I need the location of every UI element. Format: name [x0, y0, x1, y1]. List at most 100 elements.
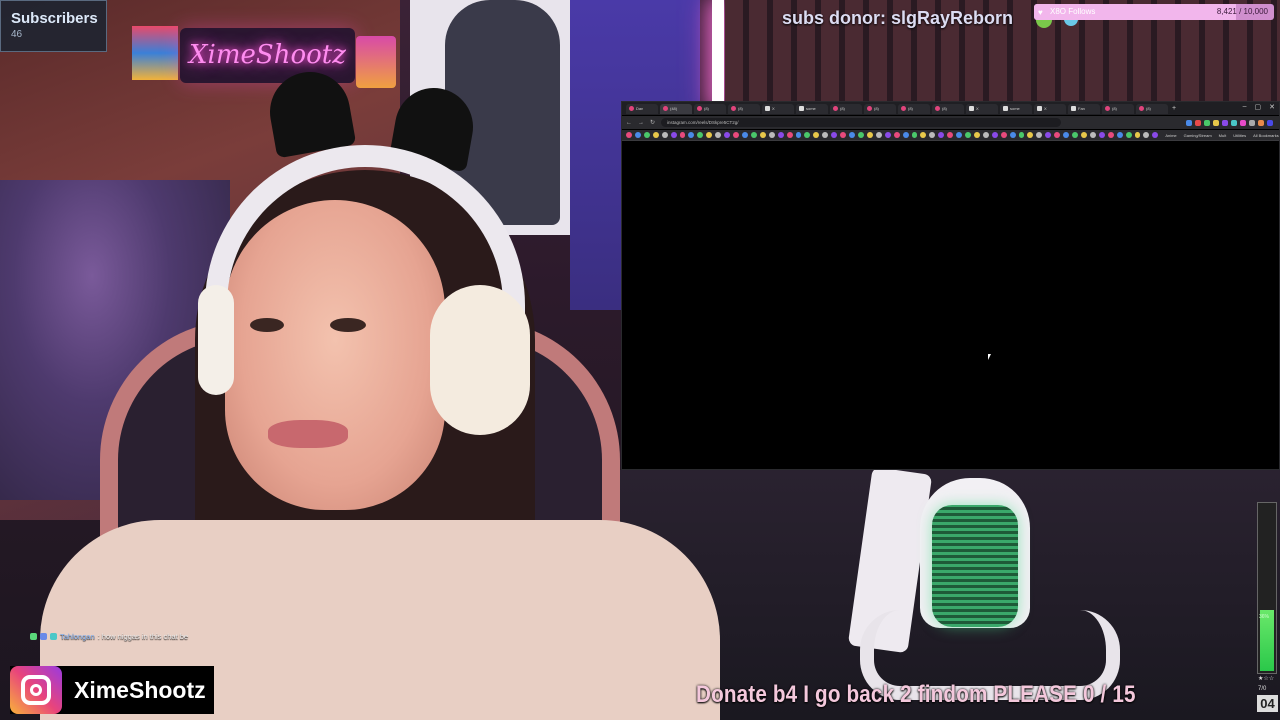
bookmark-folder[interactable]: Utilities: [1233, 133, 1246, 138]
bookmark-folder[interactable]: Gaming/Stream: [1184, 133, 1212, 138]
bookmark-icon[interactable]: [1089, 132, 1096, 138]
bookmark-icon[interactable]: [920, 132, 927, 138]
bookmark-icon[interactable]: [706, 132, 713, 138]
browser-tab[interactable]: (8): [1102, 103, 1134, 114]
bookmark-icon[interactable]: [956, 132, 963, 138]
bookmark-icon[interactable]: [911, 132, 918, 138]
browser-tab[interactable]: Fan: [1068, 103, 1100, 114]
bookmark-icon[interactable]: [1072, 132, 1079, 138]
browser-tab[interactable]: some: [1000, 103, 1032, 114]
bookmark-icon[interactable]: [982, 132, 989, 138]
browser-tab[interactable]: Dan: [626, 103, 658, 114]
extension-icon[interactable]: [1231, 119, 1237, 126]
browser-tab[interactable]: (8): [830, 103, 862, 114]
bookmark-icon[interactable]: [733, 132, 739, 138]
browser-tab[interactable]: X: [1034, 103, 1066, 114]
extension-icon[interactable]: [1204, 119, 1210, 126]
browser-tab[interactable]: (48): [660, 103, 692, 114]
extension-icon[interactable]: [1240, 119, 1246, 126]
bookmark-icon[interactable]: [1143, 132, 1150, 138]
bookmark-icon[interactable]: [1081, 132, 1087, 138]
bookmark-icon[interactable]: [786, 132, 793, 138]
bookmark-icon[interactable]: [741, 132, 748, 138]
browser-tab[interactable]: some: [796, 103, 828, 114]
bookmark-icon[interactable]: [688, 132, 695, 138]
bookmark-folder[interactable]: Anime: [1165, 133, 1176, 138]
bookmark-icon[interactable]: [679, 132, 686, 138]
bookmark-icon[interactable]: [1063, 132, 1070, 138]
bookmark-icon[interactable]: [661, 132, 668, 138]
browser-tab[interactable]: X: [762, 103, 794, 114]
extension-icon[interactable]: [1258, 119, 1264, 126]
extension-icon[interactable]: [1213, 119, 1219, 126]
extension-icon[interactable]: [1249, 119, 1255, 126]
new-tab-button[interactable]: +: [1172, 105, 1176, 112]
bookmark-icon[interactable]: [902, 132, 909, 138]
browser-tab[interactable]: (8): [728, 103, 760, 114]
bookmark-icon[interactable]: [849, 132, 855, 138]
bookmark-icon[interactable]: [866, 132, 873, 138]
bookmark-folder[interactable]: All Bookmarks: [1253, 133, 1279, 138]
bookmark-icon[interactable]: [759, 132, 766, 138]
bookmark-icon[interactable]: [1125, 132, 1132, 138]
bookmark-icon[interactable]: [750, 132, 757, 138]
reload-icon[interactable]: ↻: [650, 119, 655, 126]
bookmark-icon[interactable]: [777, 132, 784, 138]
extension-icon[interactable]: [1222, 119, 1228, 126]
bookmark-icon[interactable]: [697, 132, 704, 138]
extension-icon[interactable]: [1195, 119, 1201, 126]
bookmark-icon[interactable]: [724, 132, 731, 138]
extension-icon[interactable]: [1267, 119, 1273, 126]
bookmark-icon[interactable]: [875, 132, 882, 138]
bookmark-icon[interactable]: [1098, 132, 1105, 138]
browser-tab[interactable]: (8): [932, 103, 964, 114]
bookmark-icon[interactable]: [1018, 132, 1025, 138]
bookmark-icon[interactable]: [973, 132, 980, 138]
browser-tab[interactable]: (8): [898, 103, 930, 114]
bookmark-icon[interactable]: [1045, 132, 1052, 138]
bookmark-icon[interactable]: [840, 132, 847, 138]
back-icon[interactable]: ←: [626, 120, 632, 126]
extension-icon[interactable]: [1186, 119, 1192, 126]
bookmark-icon[interactable]: [857, 132, 864, 138]
bookmark-icon[interactable]: [991, 132, 998, 138]
bookmark-icon[interactable]: [831, 132, 838, 138]
bookmark-icon[interactable]: [670, 132, 677, 138]
maximize-button[interactable]: ▢: [1255, 103, 1262, 111]
bookmark-icon[interactable]: [634, 132, 641, 138]
bookmark-icon[interactable]: [1152, 132, 1159, 138]
bookmark-icon[interactable]: [1116, 132, 1123, 138]
minimize-button[interactable]: –: [1243, 103, 1247, 111]
bookmark-icon[interactable]: [893, 132, 900, 138]
bookmark-icon[interactable]: [795, 132, 802, 138]
bookmark-icon[interactable]: [884, 132, 891, 138]
bookmark-icon[interactable]: [1036, 132, 1043, 138]
bookmark-icon[interactable]: [715, 132, 722, 138]
browser-tab[interactable]: X: [966, 103, 998, 114]
bookmark-icon[interactable]: [643, 132, 650, 138]
bookmark-icon[interactable]: [938, 132, 945, 138]
bookmark-folder[interactable]: Mult: [1219, 133, 1227, 138]
bookmark-icon[interactable]: [804, 132, 811, 138]
bookmark-icon[interactable]: [1054, 132, 1061, 138]
bookmark-icon[interactable]: [947, 132, 954, 138]
close-window-button[interactable]: ✕: [1269, 103, 1275, 111]
browser-tab[interactable]: (8): [1136, 103, 1168, 114]
url-input[interactable]: instagram.com/reels/DSkpre5CT2g/: [661, 118, 1062, 127]
bookmark-icon[interactable]: [1134, 132, 1141, 138]
bookmark-icon[interactable]: [929, 132, 936, 138]
bookmark-icon[interactable]: [965, 132, 971, 138]
bookmark-icon[interactable]: [1107, 132, 1114, 138]
bookmark-icon[interactable]: [768, 132, 775, 138]
bookmark-icon[interactable]: [822, 132, 829, 138]
bookmark-icon[interactable]: [626, 132, 632, 138]
browser-tab[interactable]: (8): [694, 103, 726, 114]
forward-icon[interactable]: →: [638, 120, 644, 126]
browser-tab[interactable]: (8): [864, 103, 896, 114]
bookmark-icon[interactable]: [1027, 132, 1034, 138]
browser-window[interactable]: Dan (48) (8) (8) Xsome (8) (8) (8) (8) Xsome X Fan (…: [621, 101, 1280, 470]
bookmark-icon[interactable]: [1000, 132, 1007, 138]
bookmark-icon[interactable]: [813, 132, 820, 138]
bookmark-icon[interactable]: [652, 132, 659, 138]
bookmark-icon[interactable]: [1009, 132, 1016, 138]
